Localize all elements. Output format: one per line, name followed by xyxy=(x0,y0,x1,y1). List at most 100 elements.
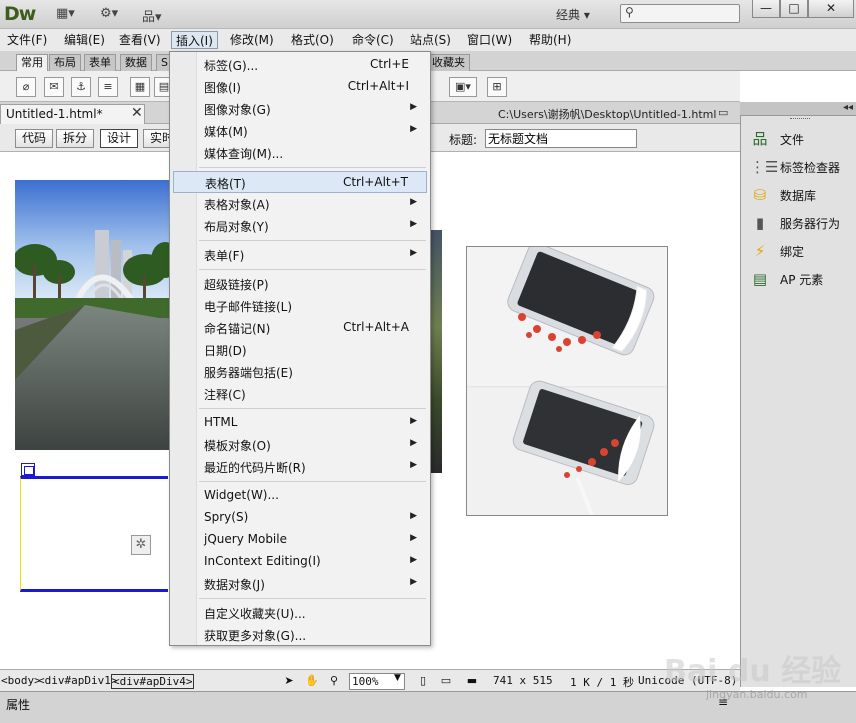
gear-icon[interactable]: ⚙▾ xyxy=(100,6,118,22)
insert-menu-item[interactable]: 超级链接(P) xyxy=(173,273,427,295)
site-icon[interactable]: 品▾ xyxy=(142,6,162,25)
insert-menu-item[interactable]: 表单(F) ▶ xyxy=(173,244,427,266)
email-link-icon[interactable]: ✉ xyxy=(44,77,64,97)
insert-menu-item[interactable]: InContext Editing(I) ▶ xyxy=(173,551,427,573)
submenu-arrow-icon: ▶ xyxy=(410,438,417,448)
panel-tag-inspector-label: 标签检查器 xyxy=(780,161,841,175)
select-tool-icon[interactable]: ➤ xyxy=(280,673,298,689)
hyperlink-icon[interactable]: ⌀ xyxy=(16,77,36,97)
insert-menu-item[interactable]: 命名锚记(N) Ctrl+Alt+A xyxy=(173,317,427,339)
tag-chooser-icon[interactable]: ⊞ xyxy=(487,77,507,97)
minimize-button[interactable]: — xyxy=(752,0,780,18)
menu-file[interactable]: 文件(F) xyxy=(3,31,51,49)
desktop-size-icon[interactable]: ▬ xyxy=(463,673,481,689)
panel-ap-elements[interactable]: ▤ AP 元素 xyxy=(750,268,850,290)
menu-format[interactable]: 格式(O) xyxy=(287,31,338,49)
close-button[interactable]: ✕ xyxy=(808,0,854,18)
hand-tool-icon[interactable]: ✋ xyxy=(303,673,321,689)
insert-menu-item[interactable]: 模板对象(O) ▶ xyxy=(173,434,427,456)
design-view-button[interactable]: 设计 xyxy=(100,129,139,148)
table-icon[interactable]: ▦ xyxy=(130,77,150,97)
insert-menu-item[interactable]: 标签(G)... Ctrl+E xyxy=(173,54,427,76)
iphone-photos[interactable] xyxy=(466,243,668,516)
insert-menu-item[interactable]: 媒体(M) ▶ xyxy=(173,120,427,142)
close-icon[interactable]: ✕ xyxy=(131,105,143,121)
tab-data[interactable]: 数据 xyxy=(120,54,152,71)
tag-inspector-icon: ⋮☰ xyxy=(750,158,779,176)
insert-menu-item[interactable]: 日期(D) xyxy=(173,339,427,361)
panel-tag-inspector[interactable]: ⋮☰ 标签检查器 xyxy=(750,156,850,178)
menu-modify[interactable]: 修改(M) xyxy=(226,31,278,49)
menu-site[interactable]: 站点(S) xyxy=(406,31,455,49)
insert-menu-item[interactable]: 获取更多对象(G)... xyxy=(173,624,427,646)
insert-menu-item[interactable]: 布局对象(Y) ▶ xyxy=(173,215,427,237)
window-size[interactable]: 741 x 515 xyxy=(493,674,553,687)
tab-forms[interactable]: 表单 xyxy=(84,54,116,71)
page-title-input[interactable] xyxy=(485,129,637,148)
tag-selector-apdiv1[interactable]: <div#apDiv1> xyxy=(38,674,117,687)
insert-menu-item[interactable]: 注释(C) xyxy=(173,383,427,405)
panel-databases[interactable]: ⛁ 数据库 xyxy=(750,184,850,206)
insert-menu-item[interactable]: 表格对象(A) ▶ xyxy=(173,193,427,215)
tab-layout[interactable]: 布局 xyxy=(49,54,81,71)
collapse-icon[interactable]: ◂◂ xyxy=(843,102,853,113)
document-tab[interactable]: Untitled-1.html* ✕ xyxy=(0,104,145,124)
insert-menu-item[interactable]: 电子邮件链接(L) xyxy=(173,295,427,317)
panel-bindings[interactable]: ⚡ 绑定 xyxy=(750,240,850,262)
ap-div-box[interactable] xyxy=(20,476,168,592)
menu-edit[interactable]: 编辑(E) xyxy=(60,31,109,49)
photo-edge[interactable] xyxy=(430,230,442,473)
horizontal-rule-icon[interactable]: ≡ xyxy=(98,77,118,97)
insert-menu-item[interactable]: 自定义收藏夹(U)... xyxy=(173,602,427,624)
maximize-button[interactable]: □ xyxy=(780,0,808,18)
menu-view[interactable]: 查看(V) xyxy=(115,31,165,49)
panel-grip[interactable] xyxy=(790,118,810,120)
split-view-button[interactable]: 拆分 xyxy=(56,129,95,148)
code-view-button[interactable]: 代码 xyxy=(15,129,54,148)
mobile-size-icon[interactable]: ▯ xyxy=(414,673,432,689)
tag-selector-body[interactable]: <body> xyxy=(1,674,41,687)
template-icon[interactable]: ▣▾ xyxy=(449,77,477,97)
insert-menu-item[interactable]: 媒体查询(M)... xyxy=(173,142,427,164)
insert-menu-item-label: InContext Editing(I) xyxy=(204,554,321,568)
help-search-input[interactable]: ⚲ xyxy=(620,4,740,23)
restore-window-icon[interactable]: ▭ xyxy=(718,106,728,119)
ap-div-handle[interactable] xyxy=(21,463,35,476)
insert-menu-item[interactable]: 图像(I) Ctrl+Alt+I xyxy=(173,76,427,98)
insert-menu-item[interactable]: 数据对象(J) ▶ xyxy=(173,573,427,595)
zoom-tool-icon[interactable]: ⚲ xyxy=(325,673,343,689)
layout-menu-icon[interactable]: ▦▾ xyxy=(56,6,75,22)
tag-selector-apdiv4[interactable]: <div#apDiv4> xyxy=(111,674,195,689)
insert-menu-item[interactable]: jQuery Mobile ▶ xyxy=(173,529,427,551)
panel-files[interactable]: 品 文件 xyxy=(750,128,850,150)
insert-menu-item[interactable]: Spry(S) ▶ xyxy=(173,507,427,529)
insert-menu-item-label: 自定义收藏夹(U)... xyxy=(204,607,306,621)
menu-commands[interactable]: 命令(C) xyxy=(348,31,398,49)
insert-menu-item[interactable]: 服务器端包括(E) xyxy=(173,361,427,383)
tab-common[interactable]: 常用 xyxy=(16,54,48,71)
title-label: 标题: xyxy=(449,133,478,147)
park-photo[interactable] xyxy=(15,180,170,450)
tab-favorites[interactable]: 收藏夹 xyxy=(427,54,470,71)
menu-insert[interactable]: 插入(I) xyxy=(171,31,218,49)
workspace-switcher[interactable]: 经典 ▾ xyxy=(556,6,590,23)
insert-menu-item-label: Widget(W)... xyxy=(204,488,279,502)
submenu-arrow-icon: ▶ xyxy=(410,219,417,229)
menu-window[interactable]: 窗口(W) xyxy=(463,31,516,49)
insert-menu-item[interactable]: Widget(W)... xyxy=(173,485,427,507)
insert-menu-item-shortcut: Ctrl+Alt+T xyxy=(342,175,408,189)
plugin-placeholder-icon[interactable]: ✲ xyxy=(131,535,151,555)
insert-menu-item[interactable]: 表格(T) Ctrl+Alt+T xyxy=(173,171,427,193)
menu-help[interactable]: 帮助(H) xyxy=(525,31,575,49)
tablet-size-icon[interactable]: ▭ xyxy=(437,673,455,689)
insert-menu-item[interactable]: 最近的代码片断(R) ▶ xyxy=(173,456,427,478)
panel-files-label: 文件 xyxy=(780,133,805,147)
insert-menu-item-label: 媒体查询(M)... xyxy=(204,147,284,161)
named-anchor-icon[interactable]: ⚓ xyxy=(71,77,91,97)
insert-menu-item-label: 电子邮件链接(L) xyxy=(204,300,293,314)
properties-label[interactable]: 属性 xyxy=(6,696,30,713)
insert-menu-item[interactable]: HTML ▶ xyxy=(173,412,427,434)
insert-menu-item-label: 注释(C) xyxy=(204,388,246,402)
insert-menu-item[interactable]: 图像对象(G) ▶ xyxy=(173,98,427,120)
panel-server-behaviors[interactable]: ▮ 服务器行为 xyxy=(750,212,850,234)
